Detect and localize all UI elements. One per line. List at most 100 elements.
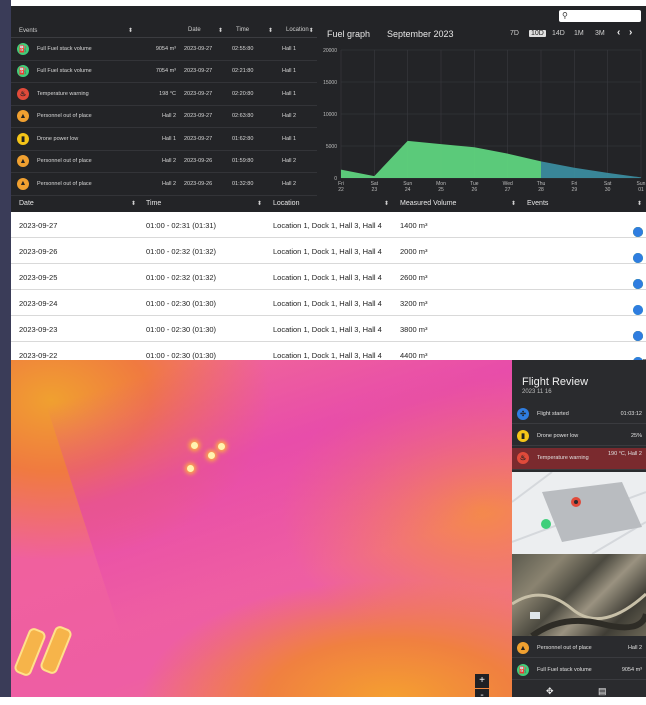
range-14d[interactable]: 14D [552,30,565,37]
row-location: Location 1, Dock 1, Hall 3, Hall 4 [273,299,382,308]
event-value: Hall 2 [161,113,176,120]
warning-icon: ▲ [17,177,29,190]
row-date: 2023-09-22 [19,351,58,360]
hotspot [218,443,225,450]
col-events[interactable]: Events [527,200,548,207]
review-event-item[interactable]: ✣ Flight started 01:03:12 [512,404,646,424]
event-time: 02:55:80 [232,45,254,52]
search-input[interactable]: ⚲ [559,10,641,22]
event-date: 2023-09-27 [184,90,213,97]
event-date: 2023-09-27 [184,45,213,52]
event-name: Temperature warning [37,90,89,97]
review-event-item[interactable]: ⛽ Full Fuel stack volume 9054 m³ [512,660,646,680]
fuel-icon: ⛽ [517,664,529,676]
event-value: Hall 1 [161,135,176,142]
dashboard-top: ⚲ Events ⬍ Date ⬍ Time ⬍ Location ⬍ ⛽ Full Fu… [11,6,646,198]
range-3m[interactable]: 3M [595,30,605,37]
event-row[interactable]: ▲ Personnel out of place Hall 2 2023-09-26 0… [11,173,317,196]
y-tick-label: 0 [334,176,337,182]
event-date: 2023-09-27 [184,68,213,75]
col-location[interactable]: Location ⬍ [278,27,317,34]
zoom-out-button[interactable]: - [475,689,489,697]
event-name: Personnel out of place [37,180,92,187]
col-date[interactable]: Date [19,200,34,207]
events-table: Events ⬍ Date ⬍ Time ⬍ Location ⬍ ⛽ Full Fuel… [11,24,317,196]
sort-date-icon[interactable]: ⬍ [131,200,136,207]
flight-map[interactable] [512,472,646,554]
sort-volume-icon[interactable]: ⬍ [511,200,516,207]
range-1m[interactable]: 1M [574,30,584,37]
chevron-right-icon[interactable]: › [629,27,632,38]
review-event-label: Personnel out of place [537,645,592,651]
warning-icon: ▲ [17,110,29,123]
sort-location-icon[interactable]: ⬍ [384,200,389,207]
table-row[interactable]: 2023-09-23 01:00 - 02:30 (01:30) Location … [11,316,646,342]
window-left-edge [0,0,11,705]
review-event-item[interactable]: ♨ Temperature warning 190 °C, Hall 2 [512,448,646,470]
review-event-value: 190 °C, Hall 2 [608,451,642,457]
table-row[interactable]: 2023-09-25 01:00 - 02:32 (01:32) Location … [11,264,646,290]
event-type-icon [633,279,643,289]
warning-icon: ▲ [17,155,29,168]
review-event-label: Temperature warning [537,455,589,461]
hotspot [191,442,198,449]
row-time: 01:00 - 02:31 (01:31) [146,221,217,230]
col-events[interactable]: Events ⬍ [11,27,138,35]
battery-icon: ▮ [517,430,529,442]
flight-review-panel: Flight Review 2023 11 16 ✣ Flight started… [512,360,646,697]
col-volume[interactable]: Measured Volume [400,200,456,207]
event-photo[interactable] [512,554,646,636]
map-marker-icon [541,519,551,529]
event-date: 2023-09-27 [184,113,213,120]
sort-events-icon[interactable]: ⬍ [637,200,642,207]
row-time: 01:00 - 02:32 (01:32) [146,273,217,282]
row-volume: 4400 m³ [400,351,428,360]
flame-icon: ♨ [517,452,529,464]
col-time[interactable]: Time ⬍ [228,27,278,34]
event-time: 02:20:80 [232,90,254,97]
table-row[interactable]: 2023-09-24 01:00 - 02:30 (01:30) Location … [11,290,646,316]
x-tick-label: 30 [605,187,611,193]
event-type-icon [633,253,643,263]
flight-review-date: 2023 11 16 [522,389,552,395]
x-tick-label: 22 [338,187,344,193]
fuel-graph-chart: 20000150001000050000Fri22Sat23Sun24Mon25… [323,48,646,193]
range-10d[interactable]: 10D [529,30,546,37]
y-tick-label: 5000 [326,144,337,150]
hotspot [187,465,194,472]
event-row[interactable]: ▲ Personnel out of place Hall 2 2023-09-27 0… [11,106,317,128]
fuel-graph-title: Fuel graph [327,29,371,39]
col-time[interactable]: Time [146,200,161,207]
flame-icon: ♨ [17,87,29,100]
sort-time-icon[interactable]: ⬍ [257,200,262,207]
row-time: 01:00 - 02:30 (01:30) [146,325,217,334]
flights-table-body: 2023-09-27 01:00 - 02:31 (01:31) Location … [11,212,646,360]
table-row[interactable]: 2023-09-22 01:00 - 02:30 (01:30) Location … [11,342,646,360]
event-time: 02:63:80 [232,113,254,120]
row-time: 01:00 - 02:30 (01:30) [146,351,217,360]
col-location[interactable]: Location [273,200,299,207]
move-icon[interactable]: ✥ [546,686,554,697]
x-tick-label: 25 [438,187,444,193]
event-row[interactable]: ♨ Temperature warning 198 °C 2023-09-27 02:2… [11,83,317,106]
event-row[interactable]: ⛽ Full Fuel stack volume 7054 m³ 2023-09-27… [11,61,317,83]
col-date[interactable]: Date ⬍ [180,27,228,34]
review-event-label: Flight started [537,411,569,417]
chevron-left-icon[interactable]: ‹ [617,27,620,38]
zoom-in-button[interactable]: + [475,674,489,688]
battery-icon: ▮ [17,132,29,145]
range-7d[interactable]: 7D [510,30,519,37]
event-row[interactable]: ▲ Personnel out of place Hall 2 2023-09-26 0… [11,151,317,173]
review-event-item[interactable]: ▮ Drone power low 25% [512,426,646,446]
event-row[interactable]: ▮ Drone power low Hall 1 2023-09-27 01:62:80… [11,128,317,151]
report-icon[interactable]: ▤ [598,686,607,697]
review-event-item[interactable]: ▲ Personnel out of place Hall 2 [512,638,646,658]
event-name: Full Fuel stack volume [37,68,92,75]
row-date: 2023-09-23 [19,325,58,334]
event-date: 2023-09-26 [184,180,213,187]
event-row[interactable]: ⛽ Full Fuel stack volume 9054 m³ 2023-09-27… [11,38,317,61]
table-row[interactable]: 2023-09-27 01:00 - 02:31 (01:31) Location … [11,212,646,238]
thermal-image[interactable]: + - [11,360,512,697]
table-row[interactable]: 2023-09-26 01:00 - 02:32 (01:32) Location … [11,238,646,264]
flight-review-title: Flight Review [522,376,589,388]
